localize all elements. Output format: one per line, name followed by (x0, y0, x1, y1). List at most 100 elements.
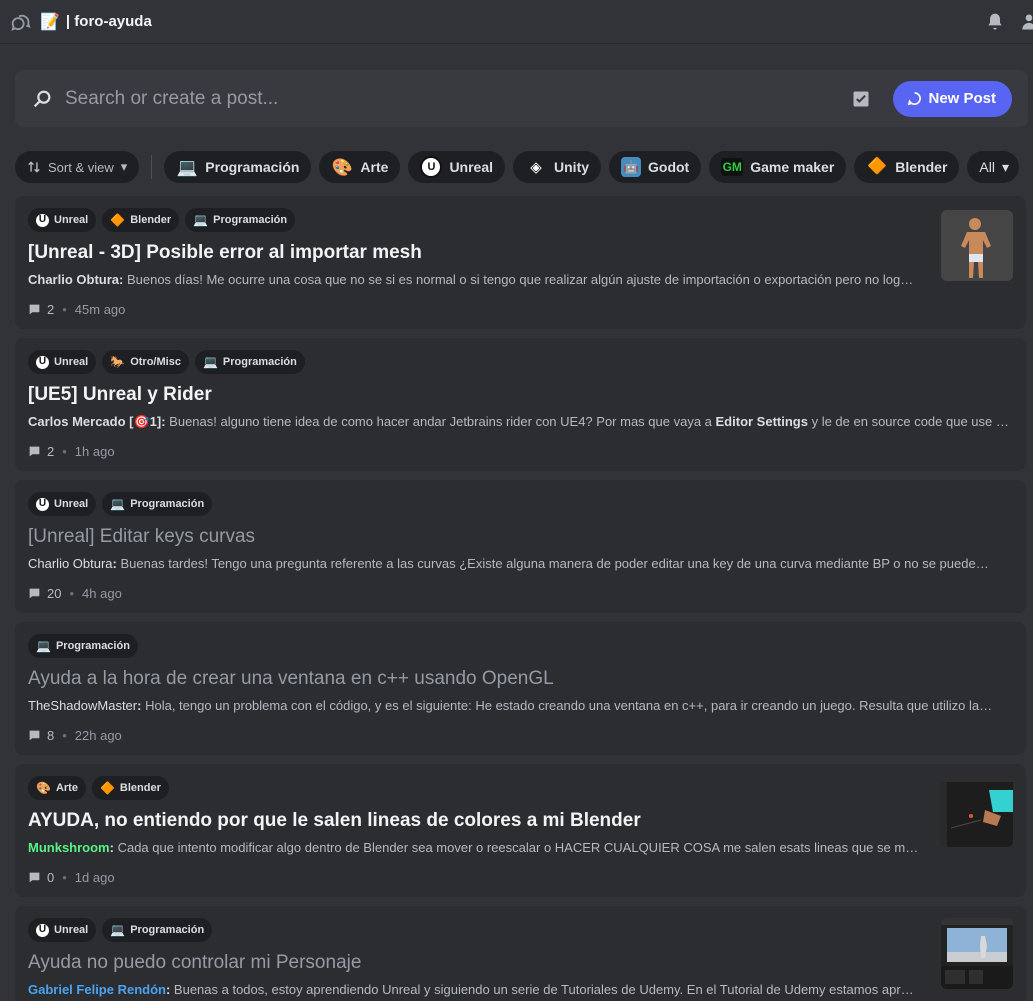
all-tags-button[interactable]: All ▾ (967, 151, 1020, 183)
comment-icon (29, 304, 40, 314)
forum-post[interactable]: U Unreal 🐎 Otro/Misc 💻 Programación [UE5] U… (15, 338, 1026, 471)
post-time: 45m ago (74, 301, 126, 317)
channel-name: | foro-ayuda (65, 13, 152, 30)
post-thumbnail[interactable] (941, 210, 1013, 281)
palette-icon: 🎨 (36, 781, 51, 795)
post-tag-label: Programación (55, 640, 130, 652)
post-tag: 💻 Programación (102, 492, 213, 516)
tag-filter-bar: Sort & view ▾ 💻 Programación 🎨 Arte U Unrea… (15, 151, 1020, 183)
palette-icon: 🎨 (331, 157, 353, 177)
member-list-icon[interactable] (1019, 12, 1033, 32)
unity-icon: ◈ (530, 158, 542, 176)
post-title[interactable]: [Unreal - 3D] Posible error al importar … (28, 242, 1013, 266)
post-tag-label: Unreal (54, 498, 89, 510)
post-title[interactable]: Ayuda no puedo controlar mi Personaje (28, 952, 1013, 976)
post-title[interactable]: [UE5] Unreal y Rider (28, 384, 1013, 408)
forum-post[interactable]: 💻 Programación Ayuda a la hora de crear u… (15, 622, 1026, 755)
comment-icon (29, 446, 40, 456)
search-icon (31, 88, 53, 110)
search-input[interactable]: Search or create a post... (65, 88, 851, 110)
filter-tag-unity[interactable]: ◈ Unity (513, 151, 602, 183)
post-tag: 💻 Programación (102, 918, 213, 942)
post-tag-label: Arte (55, 782, 78, 794)
filter-tag-label: Godot (648, 159, 690, 175)
laptop-icon: 💻 (202, 355, 218, 369)
post-snippet-bold: Editor Settings (715, 414, 808, 429)
filter-tag-programacion[interactable]: 💻 Programación (164, 151, 312, 183)
comment-icon (29, 872, 40, 882)
filter-tag-label: Programación (205, 159, 300, 175)
post-tag-label: Unreal (54, 924, 89, 936)
post-tag-label: Blender (130, 214, 172, 226)
channel-header: 📝 | foro-ayuda (0, 0, 1033, 44)
post-tag: U Unreal (28, 492, 97, 516)
channel-emoji: 📝 (40, 13, 60, 31)
sort-view-button[interactable]: Sort & view ▾ (15, 151, 140, 183)
post-thumbnail[interactable] (941, 776, 1013, 847)
search-bar[interactable]: Search or create a post... New Post (15, 70, 1028, 127)
post-snippet: Charlio Obtura: Buenos días! Me ocurre u… (28, 272, 914, 287)
bell-icon[interactable] (985, 12, 1005, 32)
comment-count: 0 (47, 869, 55, 885)
blender-icon: 🔶 (110, 213, 126, 227)
filter-tag-unreal[interactable]: U Unreal (408, 151, 506, 183)
separator-dot: • (62, 727, 67, 743)
post-title[interactable]: AYUDA, no entiendo por que le salen line… (28, 810, 1013, 834)
separator-dot: • (62, 301, 67, 317)
post-time: 4h ago (82, 585, 122, 601)
unreal-icon: U (36, 355, 49, 369)
divider (151, 155, 153, 179)
filter-tag-godot[interactable]: 🤖 Godot (609, 151, 702, 183)
filter-tag-arte[interactable]: 🎨 Arte (319, 151, 401, 183)
post-author[interactable]: Charlio Obtura (28, 556, 113, 571)
post-tag-label: Programación (130, 498, 205, 510)
chevron-down-icon: ▾ (120, 159, 128, 174)
post-time: 22h ago (74, 727, 122, 743)
new-post-button[interactable]: New Post (893, 80, 1012, 117)
post-tag-label: Programación (213, 214, 288, 226)
separator-dot: • (62, 869, 67, 885)
forum-post[interactable]: U Unreal 💻 Programación Ayuda no puedo con… (15, 906, 1026, 1001)
post-tag-label: Unreal (54, 214, 89, 226)
filter-tag-label: Game maker (750, 159, 835, 175)
sort-label: Sort & view (48, 159, 114, 175)
post-tag: 💻 Programación (185, 208, 296, 232)
forum-post[interactable]: U Unreal 💻 Programación [Unreal] Editar ke… (15, 480, 1026, 613)
unreal-icon: U (36, 497, 49, 511)
post-tag: 🔶 Blender (102, 208, 180, 232)
post-snippet: Munkshroom: Cada que intento modificar a… (28, 840, 919, 855)
post-snippet-text: y le de en source code que use … (807, 414, 1009, 429)
post-tag: 🔶 Blender (91, 776, 169, 800)
godot-icon: 🤖 (621, 157, 642, 177)
post-author[interactable]: Charlio Obtura (28, 272, 119, 287)
filter-tag-label: Arte (360, 159, 389, 175)
post-tag: U Unreal (28, 350, 97, 374)
post-author[interactable]: Munkshroom (28, 840, 110, 855)
laptop-icon: 💻 (193, 213, 209, 227)
post-title[interactable]: Ayuda a la hora de crear una ventana en … (28, 668, 1013, 692)
post-meta: 20 • 4h ago (28, 584, 1013, 602)
post-thumbnail[interactable] (941, 918, 1013, 989)
filter-tag-game-maker[interactable]: GM Game maker (709, 151, 847, 183)
forum-post[interactable]: U Unreal 🔶 Blender 💻 Programación [Unreal -… (15, 196, 1026, 329)
forum-icon (8, 10, 32, 34)
post-title[interactable]: [Unreal] Editar keys curvas (28, 526, 1013, 550)
checklist-icon[interactable] (851, 89, 871, 109)
post-author[interactable]: Carlos Mercado [🎯1] (28, 414, 161, 429)
filter-tag-blender[interactable]: 🔶 Blender (854, 151, 960, 183)
post-author[interactable]: TheShadowMaster (28, 698, 137, 713)
forum-post[interactable]: 🎨 Arte 🔶 Blender AYUDA, no entiendo por qu… (15, 764, 1026, 897)
post-tag: U Unreal (28, 918, 97, 942)
post-author[interactable]: Gabriel Felipe Rendón (28, 982, 166, 997)
comment-count: 2 (47, 443, 55, 459)
post-meta: 8 • 22h ago (28, 726, 1013, 744)
comment-count: 2 (47, 301, 55, 317)
post-meta: 0 • 1d ago (28, 868, 1013, 886)
chat-bubble-icon (908, 92, 922, 106)
sort-icon (28, 161, 40, 173)
post-snippet-text: Buenas! alguno tiene idea de como hacer … (169, 414, 716, 429)
post-snippet: Carlos Mercado [🎯1]: Buenas! alguno tien… (28, 414, 1009, 429)
laptop-icon: 💻 (176, 157, 198, 177)
post-tag: 💻 Programación (194, 350, 305, 374)
laptop-icon: 💻 (110, 497, 126, 511)
